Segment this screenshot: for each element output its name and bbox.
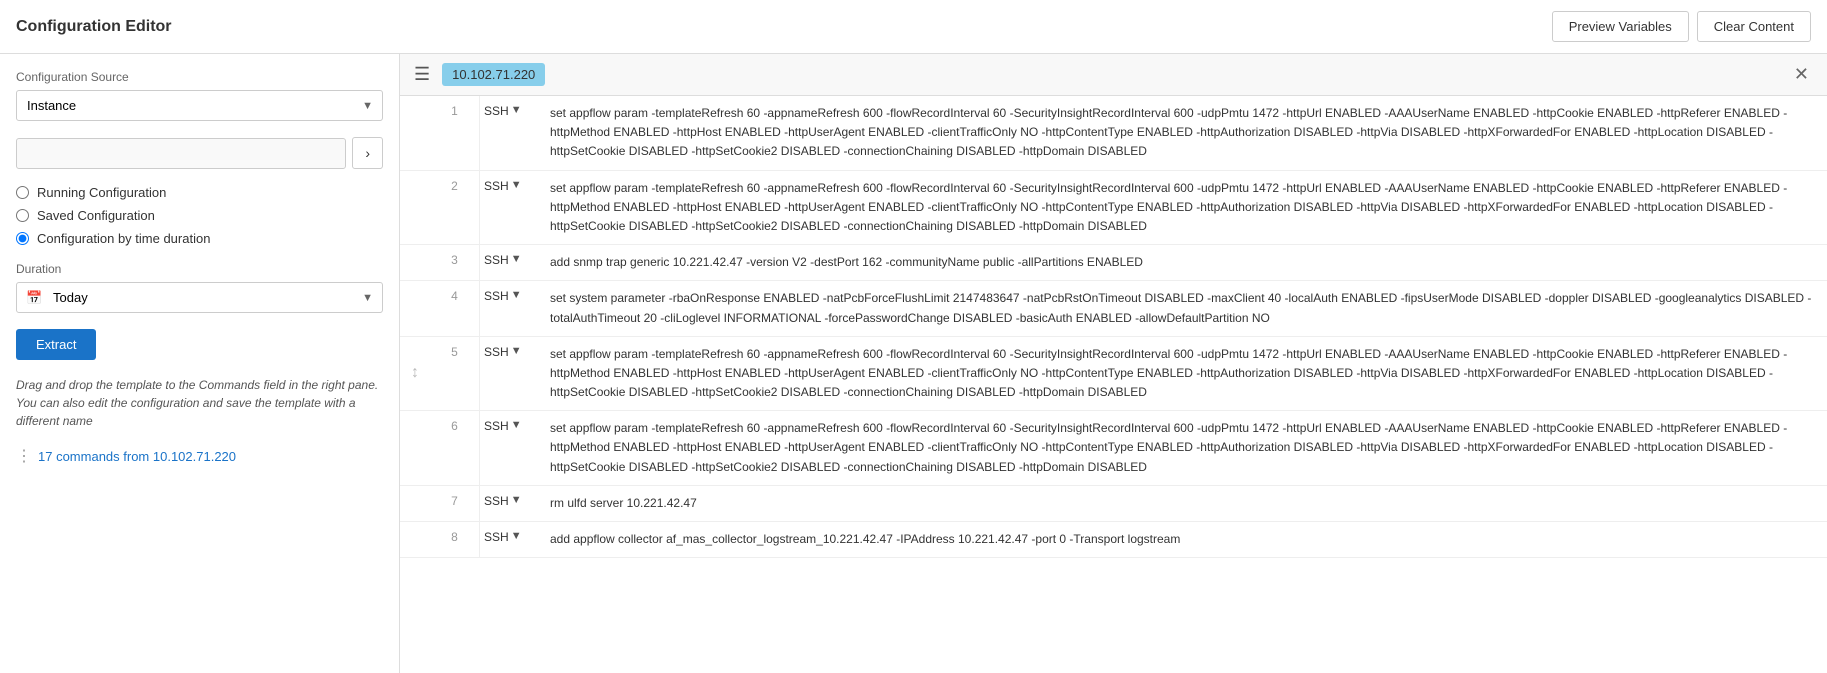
help-text: Drag and drop the template to the Comman…: [16, 376, 383, 430]
row-command-content: set appflow param -templateRefresh 60 -a…: [540, 411, 1827, 485]
editor-toolbar: ☰ 10.102.71.220 ✕: [400, 54, 1827, 96]
ssh-label: SSH: [484, 253, 509, 267]
config-source-select[interactable]: Instance File Template: [16, 90, 383, 121]
radio-running-input[interactable]: [16, 186, 29, 199]
extract-button[interactable]: Extract: [16, 329, 96, 360]
drag-handle[interactable]: ↕: [400, 337, 430, 411]
row-number: 8: [430, 522, 480, 557]
row-number: 3: [430, 245, 480, 280]
header: Configuration Editor Preview Variables C…: [0, 0, 1827, 54]
instance-input[interactable]: abcd (10.102.71.220): [16, 138, 346, 169]
row-command-content: set system parameter -rbaOnResponse ENAB…: [540, 281, 1827, 335]
radio-duration-config[interactable]: Configuration by time duration: [16, 231, 383, 246]
row-number: 5: [430, 337, 480, 411]
ssh-dropdown-icon[interactable]: ▼: [511, 289, 522, 301]
ssh-label: SSH: [484, 104, 509, 118]
row-command-content: rm ulfd server 10.221.42.47: [540, 486, 1827, 521]
left-panel: Configuration Source Instance File Templ…: [0, 54, 400, 673]
config-source-wrapper: Instance File Template ▼: [16, 90, 383, 121]
main-layout: Configuration Source Instance File Templ…: [0, 54, 1827, 673]
duration-select-wrapper: 📅 Today Yesterday Last 7 Days Last 30 Da…: [16, 282, 383, 313]
radio-running-label: Running Configuration: [37, 185, 166, 200]
table-row: 7 SSH ▼ rm ulfd server 10.221.42.47: [400, 486, 1827, 522]
row-number: 1: [430, 96, 480, 170]
config-source-label: Configuration Source: [16, 70, 383, 84]
drag-icon: ⋮: [16, 446, 32, 466]
ip-tag: 10.102.71.220: [442, 63, 545, 86]
ssh-label: SSH: [484, 179, 509, 193]
ssh-dropdown-icon[interactable]: ▼: [511, 494, 522, 506]
table-row: 6 SSH ▼ set appflow param -templateRefre…: [400, 411, 1827, 486]
table-row: ↕ 5 SSH ▼ set appflow param -templateRef…: [400, 337, 1827, 412]
header-buttons: Preview Variables Clear Content: [1552, 11, 1811, 42]
table-row: 4 SSH ▼ set system parameter -rbaOnRespo…: [400, 281, 1827, 336]
table-row: 3 SSH ▼ add snmp trap generic 10.221.42.…: [400, 245, 1827, 281]
ssh-dropdown-icon[interactable]: ▼: [511, 253, 522, 265]
row-number: 7: [430, 486, 480, 521]
row-ssh-type[interactable]: SSH ▼: [480, 411, 540, 485]
radio-saved-label: Saved Configuration: [37, 208, 155, 223]
instance-row: abcd (10.102.71.220) ›: [16, 137, 383, 169]
ssh-dropdown-icon[interactable]: ▼: [511, 530, 522, 542]
duration-select[interactable]: Today Yesterday Last 7 Days Last 30 Days: [16, 282, 383, 313]
clear-content-button[interactable]: Clear Content: [1697, 11, 1811, 42]
row-command-content: set appflow param -templateRefresh 60 -a…: [540, 171, 1827, 245]
ssh-dropdown-icon[interactable]: ▼: [511, 345, 522, 357]
ssh-dropdown-icon[interactable]: ▼: [511, 419, 522, 431]
row-number: 4: [430, 281, 480, 335]
radio-duration-label: Configuration by time duration: [37, 231, 210, 246]
ssh-dropdown-icon[interactable]: ▼: [511, 179, 522, 191]
commands-count-text: 17 commands from 10.102.71.220: [38, 449, 236, 464]
radio-group: Running Configuration Saved Configuratio…: [16, 185, 383, 246]
table-row: 1 SSH ▼ set appflow param -templateRefre…: [400, 96, 1827, 171]
table-row: 2 SSH ▼ set appflow param -templateRefre…: [400, 171, 1827, 246]
ssh-label: SSH: [484, 494, 509, 508]
table-row: 8 SSH ▼ add appflow collector af_mas_col…: [400, 522, 1827, 558]
commands-table: 1 SSH ▼ set appflow param -templateRefre…: [400, 96, 1827, 673]
radio-saved-config[interactable]: Saved Configuration: [16, 208, 383, 223]
row-ssh-type[interactable]: SSH ▼: [480, 245, 540, 280]
instance-go-button[interactable]: ›: [352, 137, 383, 169]
row-ssh-type[interactable]: SSH ▼: [480, 337, 540, 411]
row-ssh-type[interactable]: SSH ▼: [480, 281, 540, 335]
preview-variables-button[interactable]: Preview Variables: [1552, 11, 1689, 42]
row-command-content: set appflow param -templateRefresh 60 -a…: [540, 337, 1827, 411]
hamburger-icon[interactable]: ☰: [410, 60, 434, 89]
row-command-content: set appflow param -templateRefresh 60 -a…: [540, 96, 1827, 170]
ssh-label: SSH: [484, 345, 509, 359]
radio-running-config[interactable]: Running Configuration: [16, 185, 383, 200]
ssh-label: SSH: [484, 419, 509, 433]
row-command-content: add appflow collector af_mas_collector_l…: [540, 522, 1827, 557]
row-ssh-type[interactable]: SSH ▼: [480, 522, 540, 557]
ssh-dropdown-icon[interactable]: ▼: [511, 104, 522, 116]
row-number: 6: [430, 411, 480, 485]
row-ssh-type[interactable]: SSH ▼: [480, 486, 540, 521]
radio-saved-input[interactable]: [16, 209, 29, 222]
ssh-label: SSH: [484, 530, 509, 544]
row-ssh-type[interactable]: SSH ▼: [480, 171, 540, 245]
close-button[interactable]: ✕: [1786, 62, 1817, 87]
page-title: Configuration Editor: [16, 18, 172, 36]
app-container: Configuration Editor Preview Variables C…: [0, 0, 1827, 673]
radio-duration-input[interactable]: [16, 232, 29, 245]
row-number: 2: [430, 171, 480, 245]
right-panel: ☰ 10.102.71.220 ✕ 1 SSH ▼ set appflow pa…: [400, 54, 1827, 673]
row-ssh-type[interactable]: SSH ▼: [480, 96, 540, 170]
row-command-content: add snmp trap generic 10.221.42.47 -vers…: [540, 245, 1827, 280]
duration-label: Duration: [16, 262, 383, 276]
ssh-label: SSH: [484, 289, 509, 303]
commands-info: ⋮ 17 commands from 10.102.71.220: [16, 446, 383, 466]
